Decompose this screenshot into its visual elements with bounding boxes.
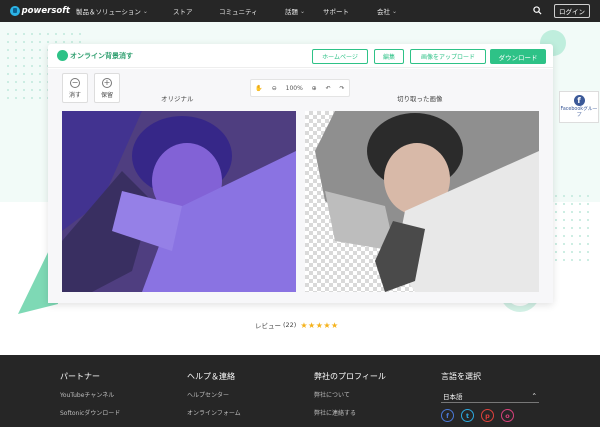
nav-support[interactable]: サポート <box>323 0 349 22</box>
nav-company[interactable]: 会社 ⌄ <box>377 0 397 22</box>
hand-icon[interactable]: ✋ <box>255 85 262 92</box>
facebook-group-label: Facebookグループ <box>560 107 598 118</box>
logo-text: powersoft <box>21 6 70 16</box>
review-label: レビュー <box>255 322 281 330</box>
facebook-group-badge[interactable]: f Facebookグループ <box>559 91 599 123</box>
cutout-image[interactable] <box>305 111 539 292</box>
footer-language-title: 言語を選択 <box>441 372 481 381</box>
facebook-icon[interactable]: f <box>441 409 454 422</box>
footer-link[interactable]: オンラインフォーム <box>187 408 241 417</box>
original-photo <box>62 111 296 292</box>
chevron-down-icon: ⌄ <box>392 7 398 15</box>
zoom-out-icon[interactable]: ⊖ <box>272 85 277 92</box>
app-title: オンライン背景消す <box>70 52 133 60</box>
nav-products-label: 製品＆ソリューション <box>76 8 141 16</box>
keep-tool-button[interactable]: + 保留 <box>94 73 120 103</box>
search-icon[interactable] <box>533 6 542 15</box>
rating-stars: ★★★★★ <box>300 320 339 330</box>
erase-tool-button[interactable]: − 消す <box>62 73 88 103</box>
footer-link[interactable]: ヘルプセンター <box>187 390 241 399</box>
minus-icon: − <box>70 77 80 88</box>
nav-topics[interactable]: 話題 ⌄ <box>285 0 305 22</box>
review-count: (22) <box>283 321 297 329</box>
footer-link[interactable]: Softonicダウンロード <box>60 408 120 417</box>
footer-link[interactable]: 弊社について <box>314 390 386 399</box>
chevron-down-icon: ⌄ <box>142 7 148 15</box>
footer-help-title: ヘルプ＆連絡 <box>187 372 235 381</box>
nav-support-label: サポート <box>323 8 349 16</box>
footer-link[interactable]: YouTubeチャンネル <box>60 390 120 399</box>
footer-partner: パートナー YouTubeチャンネル Softonicダウンロード <box>60 371 120 426</box>
twitter-icon[interactable]: t <box>461 409 474 422</box>
chevron-down-icon: ⌄ <box>300 7 306 15</box>
nav-company-label: 会社 <box>377 8 390 16</box>
logo-icon <box>10 6 20 16</box>
undo-icon[interactable]: ↶ <box>326 85 331 92</box>
footer-link[interactable]: 弊社に連絡する <box>314 408 386 417</box>
erase-tool-label: 消す <box>68 91 81 99</box>
nav-products[interactable]: 製品＆ソリューション ⌄ <box>76 0 148 22</box>
top-nav: powersoft 製品＆ソリューション ⌄ ストア コミュニティ 話題 ⌄ サポー… <box>0 0 600 22</box>
editor-area: − 消す + 保留 ✋ ⊖ 100% ⊕ ↶ ↷ オリジナル 切り取った画像 <box>48 69 553 303</box>
zoom-level: 100% <box>285 84 303 92</box>
pinterest-icon[interactable]: p <box>481 409 494 422</box>
plus-icon: + <box>102 77 112 88</box>
nav-community-label: コミュニティ <box>219 8 258 16</box>
upload-image-button[interactable]: 画像をアップロード <box>410 49 486 64</box>
zoom-in-icon[interactable]: ⊕ <box>312 85 317 92</box>
instagram-icon[interactable]: o <box>501 409 514 422</box>
zoom-toolbar: ✋ ⊖ 100% ⊕ ↶ ↷ <box>250 79 350 97</box>
edit-button[interactable]: 編集 <box>374 49 404 64</box>
cutout-label: 切り取った画像 <box>397 95 443 103</box>
footer-language: 言語を選択 日本語 ⌃ f t p o <box>441 371 539 422</box>
nav-community[interactable]: コミュニティ <box>219 0 258 22</box>
original-image[interactable] <box>62 111 296 292</box>
footer-profile-title: 弊社のプロフィール <box>314 372 386 381</box>
facebook-icon: f <box>573 95 585 106</box>
footer-profile: 弊社のプロフィール 弊社について 弊社に連絡する <box>314 371 386 426</box>
logo[interactable]: powersoft <box>10 6 70 16</box>
keep-tool-label: 保留 <box>100 91 113 99</box>
original-label: オリジナル <box>161 95 194 103</box>
language-select[interactable]: 日本語 ⌃ <box>441 390 539 403</box>
background-remover-app: オンライン背景消す ホームページ 編集 画像をアップロード ダウンロード − 消… <box>48 44 553 303</box>
review-summary: レビュー (22) ★★★★★ <box>255 320 339 331</box>
app-header: オンライン背景消す ホームページ 編集 画像をアップロード ダウンロード <box>48 44 553 68</box>
chevron-up-icon: ⌃ <box>531 392 537 400</box>
nav-store-label: ストア <box>173 8 193 16</box>
footer: パートナー YouTubeチャンネル Softonicダウンロード ヘルプ＆連絡… <box>0 355 600 427</box>
social-links: f t p o <box>441 409 539 422</box>
nav-store[interactable]: ストア <box>173 0 193 22</box>
home-button[interactable]: ホームページ <box>312 49 368 64</box>
redo-icon[interactable]: ↷ <box>339 85 344 92</box>
language-selected: 日本語 <box>443 393 463 401</box>
cutout-photo <box>315 111 539 292</box>
login-button[interactable]: ログイン <box>554 4 590 18</box>
app-logo-icon <box>57 50 68 61</box>
download-button[interactable]: ダウンロード <box>490 49 546 64</box>
nav-topics-label: 話題 <box>285 8 298 16</box>
footer-help: ヘルプ＆連絡 ヘルプセンター オンラインフォーム <box>187 371 241 426</box>
footer-partner-title: パートナー <box>60 372 100 381</box>
